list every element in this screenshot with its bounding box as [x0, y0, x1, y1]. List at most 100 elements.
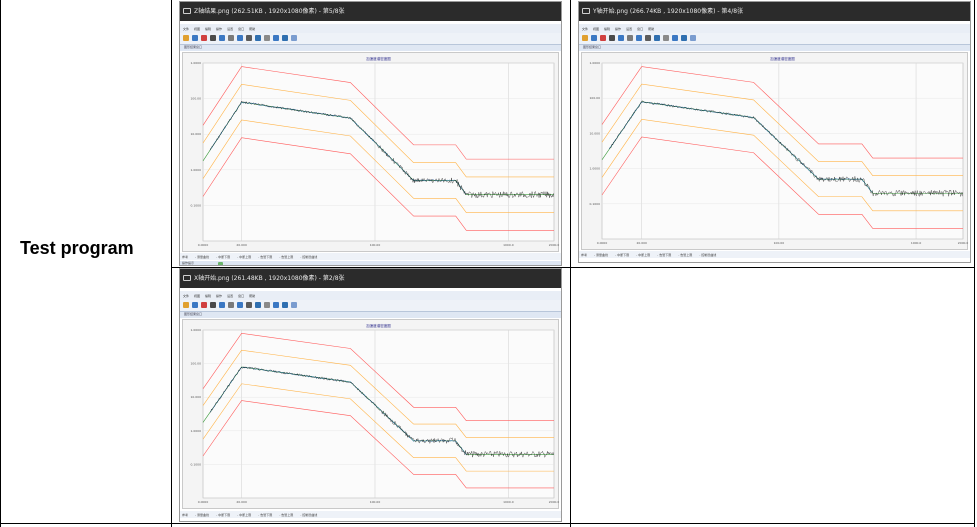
toolbar-button-icon[interactable] [690, 35, 696, 41]
toolbar-button-icon[interactable] [228, 35, 234, 41]
toolbar [180, 33, 561, 45]
menu-item[interactable]: 操作 [216, 27, 222, 31]
screenshot-z-axis: Z轴结果.png (262.51KB , 1920x1080像素) - 第5/8… [179, 1, 562, 266]
toolbar-button-icon[interactable] [291, 35, 297, 41]
toolbar-button-icon[interactable] [255, 302, 261, 308]
toolbar-button-icon[interactable] [591, 35, 597, 41]
toolbar-button-icon[interactable] [609, 35, 615, 41]
menu-item[interactable]: 帮助 [249, 27, 255, 31]
y-tick-label: 100.00 [590, 96, 601, 100]
toolbar-button-icon[interactable] [201, 35, 207, 41]
x-tick-label: 0.0000 [198, 500, 209, 504]
result-window-label: 图形结果窗口 [579, 45, 970, 51]
toolbar-button-icon[interactable] [264, 302, 270, 308]
menu-item[interactable]: 操作 [216, 294, 222, 298]
result-window-label: 图形结果窗口 [180, 312, 561, 318]
menu-item[interactable]: 文件 [582, 27, 588, 31]
toolbar-button-icon[interactable] [192, 302, 198, 308]
menu-item[interactable]: 文件 [183, 27, 189, 31]
menu-item[interactable]: 编辑 [205, 294, 211, 298]
toolbar-button-icon[interactable] [219, 35, 225, 41]
toolbar-button-icon[interactable] [618, 35, 624, 41]
y-tick-label: 10.000 [191, 395, 202, 399]
x-tick-label: 20.000 [636, 241, 647, 245]
toolbar-button-icon[interactable] [672, 35, 678, 41]
toolbar-button-icon[interactable] [237, 302, 243, 308]
menu-item[interactable]: 窗口 [238, 294, 244, 298]
plot-frame: 0.0000 20.000 100.00 1000.0 2000.0 1.0000 100.… [182, 319, 559, 509]
toolbar-button-icon[interactable] [201, 302, 207, 308]
menu-item[interactable]: 视图 [194, 294, 200, 298]
x-tick-label: 0.0000 [198, 243, 209, 247]
toolbar-button-icon[interactable] [627, 35, 633, 41]
toolbar-button-icon[interactable] [273, 302, 279, 308]
y-tick-label: 0.1000 [590, 202, 601, 206]
toolbar-button-icon[interactable] [210, 302, 216, 308]
menu-item[interactable]: 帮助 [648, 27, 654, 31]
menu-item[interactable]: 设置 [626, 27, 632, 31]
y-tick-label: 1.0000 [590, 61, 601, 65]
menu-item[interactable]: 窗口 [637, 27, 643, 31]
toolbar-button-icon[interactable] [264, 35, 270, 41]
legend-entry: - 测量曲线 [195, 255, 210, 259]
screenshot-y-axis: Y轴开始.png (266.74KB , 1920x1080像素) - 第4/8… [578, 1, 971, 263]
y-tick-label: 10.000 [590, 131, 601, 135]
y-tick-label: 1.0000 [590, 167, 601, 171]
toolbar-button-icon[interactable] [600, 35, 606, 41]
plot-area [202, 62, 555, 242]
menu-bar: 文件 视图 编辑 操作 设置 窗口 帮助 [180, 24, 561, 33]
toolbar-button-icon[interactable] [636, 35, 642, 41]
toolbar-button-icon[interactable] [183, 302, 189, 308]
toolbar-button-icon[interactable] [237, 35, 243, 41]
legend-entry: - 测量曲线 [594, 253, 609, 257]
legend-entry: - 告警上限 [678, 253, 693, 257]
menu-item[interactable]: 操作 [615, 27, 621, 31]
menu-item[interactable]: 设置 [227, 294, 233, 298]
menu-item[interactable]: 视图 [194, 27, 200, 31]
toolbar-button-icon[interactable] [582, 35, 588, 41]
toolbar-button-icon[interactable] [183, 35, 189, 41]
toolbar-button-icon[interactable] [681, 35, 687, 41]
toolbar [579, 33, 970, 45]
menu-item[interactable]: 视图 [593, 27, 599, 31]
legend-entry: - 告警下限 [657, 253, 672, 257]
legend-entry: - 中断下限 [216, 255, 231, 259]
toolbar-button-icon[interactable] [291, 302, 297, 308]
toolbar-button-icon[interactable] [663, 35, 669, 41]
toolbar-button-icon[interactable] [255, 35, 261, 41]
toolbar-button-icon[interactable] [246, 302, 252, 308]
plot-title: 加速度谱密度图 [770, 56, 795, 61]
toolbar-button-icon[interactable] [282, 302, 288, 308]
legend-entry: - 告警上限 [279, 255, 294, 259]
menu-item[interactable]: 设置 [227, 27, 233, 31]
legend-entry: - 告警上限 [279, 513, 294, 517]
menu-item[interactable]: 帮助 [249, 294, 255, 298]
toolbar-button-icon[interactable] [645, 35, 651, 41]
window-title: Y轴开始.png (266.74KB , 1920x1080像素) - 第4/8… [593, 8, 744, 15]
toolbar-button-icon[interactable] [192, 35, 198, 41]
y-tick-label: 100.00 [191, 97, 202, 101]
plot-area [601, 62, 964, 240]
toolbar-button-icon[interactable] [282, 35, 288, 41]
status-text: 操作提示 [182, 261, 195, 265]
plot-area [202, 329, 555, 499]
legend-entry: - 中断上限 [237, 513, 252, 517]
toolbar-button-icon[interactable] [654, 35, 660, 41]
menu-item[interactable]: 文件 [183, 294, 189, 298]
plot-frame: 0.0000 20.000 100.00 1000.0 2000.0 1.0000 100.… [581, 52, 968, 250]
legend-entry: 参考 [182, 513, 189, 517]
toolbar-button-icon[interactable] [210, 35, 216, 41]
legend-entry: - 告警下限 [258, 513, 273, 517]
toolbar-button-icon[interactable] [228, 302, 234, 308]
menu-item[interactable]: 窗口 [238, 27, 244, 31]
psd-plot: 0.0000 20.000 100.00 1000.0 2000.0 1.0000 100.… [590, 56, 969, 245]
menu-item[interactable]: 编辑 [604, 27, 610, 31]
toolbar [180, 300, 561, 312]
toolbar-button-icon[interactable] [219, 302, 225, 308]
x-tick-label: 2000.0 [549, 500, 560, 504]
image-viewer-icon [183, 275, 191, 281]
toolbar-button-icon[interactable] [273, 35, 279, 41]
toolbar-button-icon[interactable] [246, 35, 252, 41]
psd-plot: 0.0000 20.000 100.00 1000.0 2000.0 1.0000 100.… [191, 56, 560, 247]
menu-item[interactable]: 编辑 [205, 27, 211, 31]
